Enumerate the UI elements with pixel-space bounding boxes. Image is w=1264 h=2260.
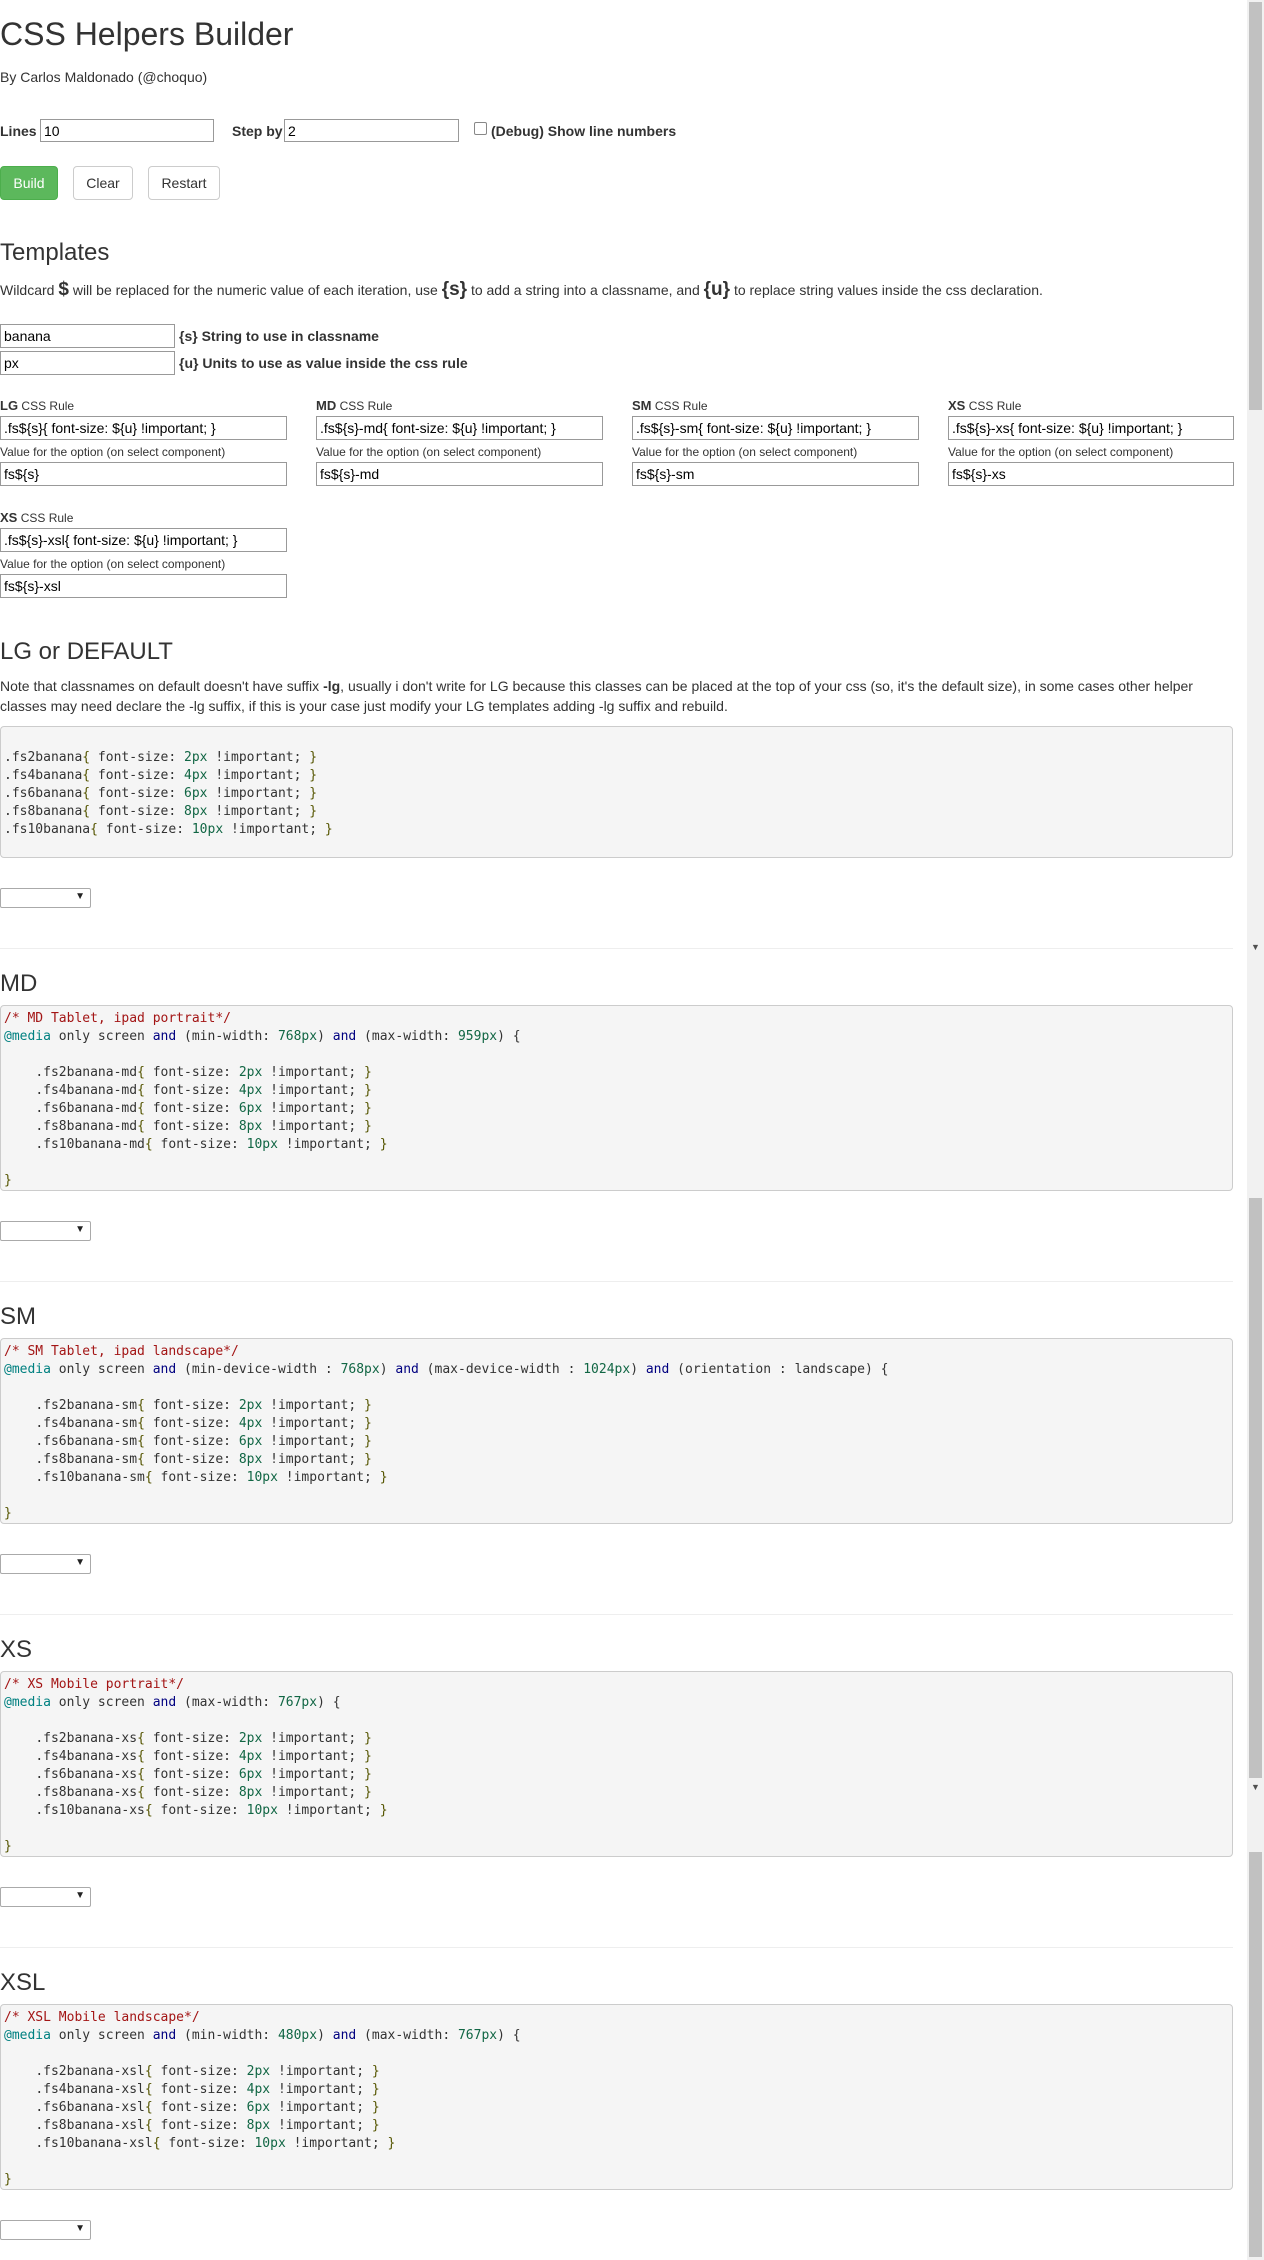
rule-size: SM [632, 398, 652, 413]
chevron-down-icon: ▼ [75, 1890, 85, 1901]
rule-size: LG [0, 398, 19, 413]
rule-suffix: CSS Rule [968, 399, 1022, 413]
page-title: CSS Helpers Builder [0, 16, 294, 52]
sm-select[interactable]: ▼ [0, 1554, 91, 1574]
rule-suffix: CSS Rule [21, 399, 75, 413]
rule-suffix: CSS Rule [339, 399, 393, 413]
lg-select[interactable]: ▼ [0, 888, 91, 908]
build-controls: Lines Step by (Debug) Show line numbers [0, 119, 900, 143]
string-label: {s} String to use in classname [179, 328, 379, 344]
rule-suffix: CSS Rule [654, 399, 708, 413]
lg-option-input[interactable] [0, 462, 287, 486]
option-note: Value for the option (on select componen… [0, 557, 226, 571]
rule-suffix: CSS Rule [20, 511, 74, 525]
step-label: Step by [232, 123, 283, 139]
build-button[interactable]: Build [0, 166, 58, 200]
md-code-output[interactable]: /* MD Tablet, ipad portrait*/ @media onl… [0, 1005, 1233, 1191]
divider [0, 948, 1233, 949]
chevron-down-icon: ▼ [75, 2223, 85, 2234]
xsl-select[interactable]: ▼ [0, 2220, 91, 2240]
page-scrollbar[interactable]: ▼ ▼ [1247, 0, 1264, 2260]
divider [0, 1947, 1233, 1948]
xsl-section-title: XSL [0, 1969, 46, 1996]
units-input[interactable] [0, 351, 175, 375]
restart-button[interactable]: Restart [148, 166, 220, 200]
lines-label: Lines [0, 123, 37, 139]
md-option-input[interactable] [316, 462, 603, 486]
scrollbar-thumb[interactable] [1249, 2, 1262, 410]
md-section-title: MD [0, 970, 38, 997]
chevron-down-icon: ▼ [75, 1557, 85, 1568]
xs-rule-input[interactable] [948, 416, 1234, 440]
sm-option-input[interactable] [632, 462, 919, 486]
xs-select[interactable]: ▼ [0, 1887, 91, 1907]
debug-checkbox[interactable] [474, 122, 487, 135]
option-note: Value for the option (on select componen… [632, 445, 858, 459]
scroll-down-icon[interactable]: ▼ [1251, 1782, 1260, 1792]
scrollbar-thumb[interactable] [1249, 1852, 1262, 2257]
lg-rule-input[interactable] [0, 416, 287, 440]
rule-size: MD [316, 398, 337, 413]
rule-size: XS [948, 398, 966, 413]
xsl-rule-input[interactable] [0, 528, 287, 552]
divider [0, 1281, 1233, 1282]
templates-description: Wildcard $ will be replaced for the nume… [0, 279, 1043, 300]
xs-section-title: XS [0, 1636, 33, 1663]
scrollbar-thumb[interactable] [1249, 1198, 1262, 1778]
lg-code-output[interactable]: .fs2banana{ font-size: 2px !important; }… [0, 726, 1233, 858]
clear-button[interactable]: Clear [73, 166, 133, 200]
xs-code-output[interactable]: /* XS Mobile portrait*/ @media only scre… [0, 1671, 1233, 1857]
xs-option-input[interactable] [948, 462, 1234, 486]
debug-label: (Debug) Show line numbers [491, 123, 677, 139]
templates-title: Templates [0, 239, 110, 266]
lg-note: Note that classnames on default doesn't … [0, 678, 1193, 714]
md-rule-input[interactable] [316, 416, 603, 440]
sm-section-title: SM [0, 1303, 36, 1330]
xsl-code-output[interactable]: /* XSL Mobile landscape*/ @media only sc… [0, 2004, 1233, 2190]
option-note: Value for the option (on select componen… [316, 445, 542, 459]
scroll-down-icon[interactable]: ▼ [1251, 942, 1260, 952]
byline: By Carlos Maldonado (@choquo) [0, 69, 208, 85]
xsl-option-input[interactable] [0, 574, 287, 598]
option-note: Value for the option (on select componen… [0, 445, 226, 459]
string-input[interactable] [0, 324, 175, 348]
chevron-down-icon: ▼ [75, 1224, 85, 1235]
sm-code-output[interactable]: /* SM Tablet, ipad landscape*/ @media on… [0, 1338, 1233, 1524]
divider [0, 1614, 1233, 1615]
option-note: Value for the option (on select componen… [948, 445, 1174, 459]
units-label: {u} Units to use as value inside the css… [179, 355, 468, 371]
rule-size: XS [0, 510, 18, 525]
lines-input[interactable] [40, 119, 214, 142]
lg-section-title: LG or DEFAULT [0, 638, 173, 665]
sm-rule-input[interactable] [632, 416, 919, 440]
chevron-down-icon: ▼ [75, 891, 85, 902]
step-input[interactable] [284, 119, 459, 142]
md-select[interactable]: ▼ [0, 1221, 91, 1241]
